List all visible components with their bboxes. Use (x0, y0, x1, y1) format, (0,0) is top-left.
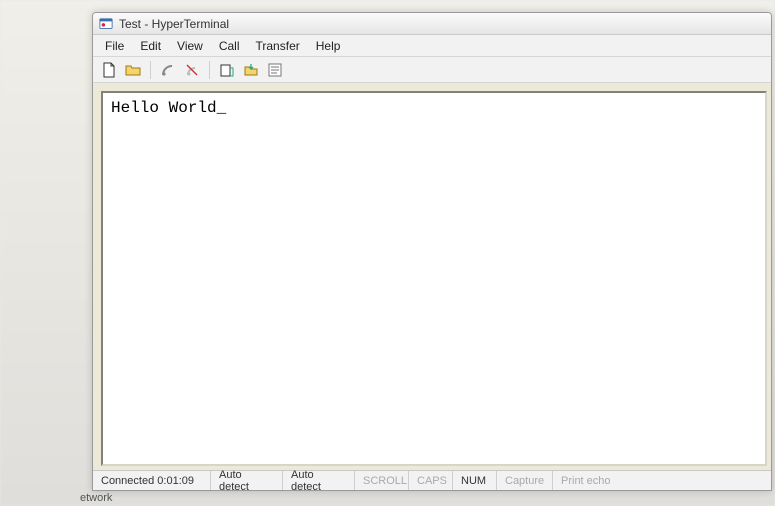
client-area: Hello World_ (93, 83, 771, 470)
disconnect-icon[interactable] (182, 60, 202, 80)
menu-call[interactable]: Call (211, 37, 248, 55)
terminal-frame: Hello World_ (101, 91, 767, 466)
menu-help[interactable]: Help (308, 37, 349, 55)
new-file-icon[interactable] (99, 60, 119, 80)
terminal-cursor: _ (217, 99, 227, 117)
terminal-line: Hello World (111, 99, 217, 117)
status-autodetect-1: Auto detect (211, 471, 283, 490)
status-autodetect-2: Auto detect (283, 471, 355, 490)
receive-icon[interactable] (241, 60, 261, 80)
window-title: Test - HyperTerminal (119, 17, 229, 31)
properties-icon[interactable] (265, 60, 285, 80)
status-num: NUM (453, 471, 497, 490)
toolbar-separator (150, 61, 151, 79)
connect-icon[interactable] (158, 60, 178, 80)
status-elapsed: 0:01:09 (157, 475, 194, 487)
menu-edit[interactable]: Edit (132, 37, 169, 55)
titlebar[interactable]: Test - HyperTerminal (93, 13, 771, 35)
open-folder-icon[interactable] (123, 60, 143, 80)
hyperterminal-window: Test - HyperTerminal File Edit View Call… (92, 12, 772, 491)
send-icon[interactable] (217, 60, 237, 80)
toolbar-separator (209, 61, 210, 79)
menu-file[interactable]: File (97, 37, 132, 55)
status-print-echo: Print echo (553, 471, 771, 490)
terminal-output[interactable]: Hello World_ (103, 93, 765, 464)
status-caps: CAPS (409, 471, 453, 490)
menubar: File Edit View Call Transfer Help (93, 35, 771, 57)
background-partial-text: etwork (80, 492, 112, 504)
status-scroll: SCROLL (355, 471, 409, 490)
menu-transfer[interactable]: Transfer (248, 37, 308, 55)
toolbar (93, 57, 771, 83)
app-icon (99, 17, 113, 31)
menu-view[interactable]: View (169, 37, 211, 55)
status-capture: Capture (497, 471, 553, 490)
status-connected-label: Connected (101, 475, 154, 487)
statusbar: Connected 0:01:09 Auto detect Auto detec… (93, 470, 771, 490)
status-connected: Connected 0:01:09 (93, 471, 211, 490)
